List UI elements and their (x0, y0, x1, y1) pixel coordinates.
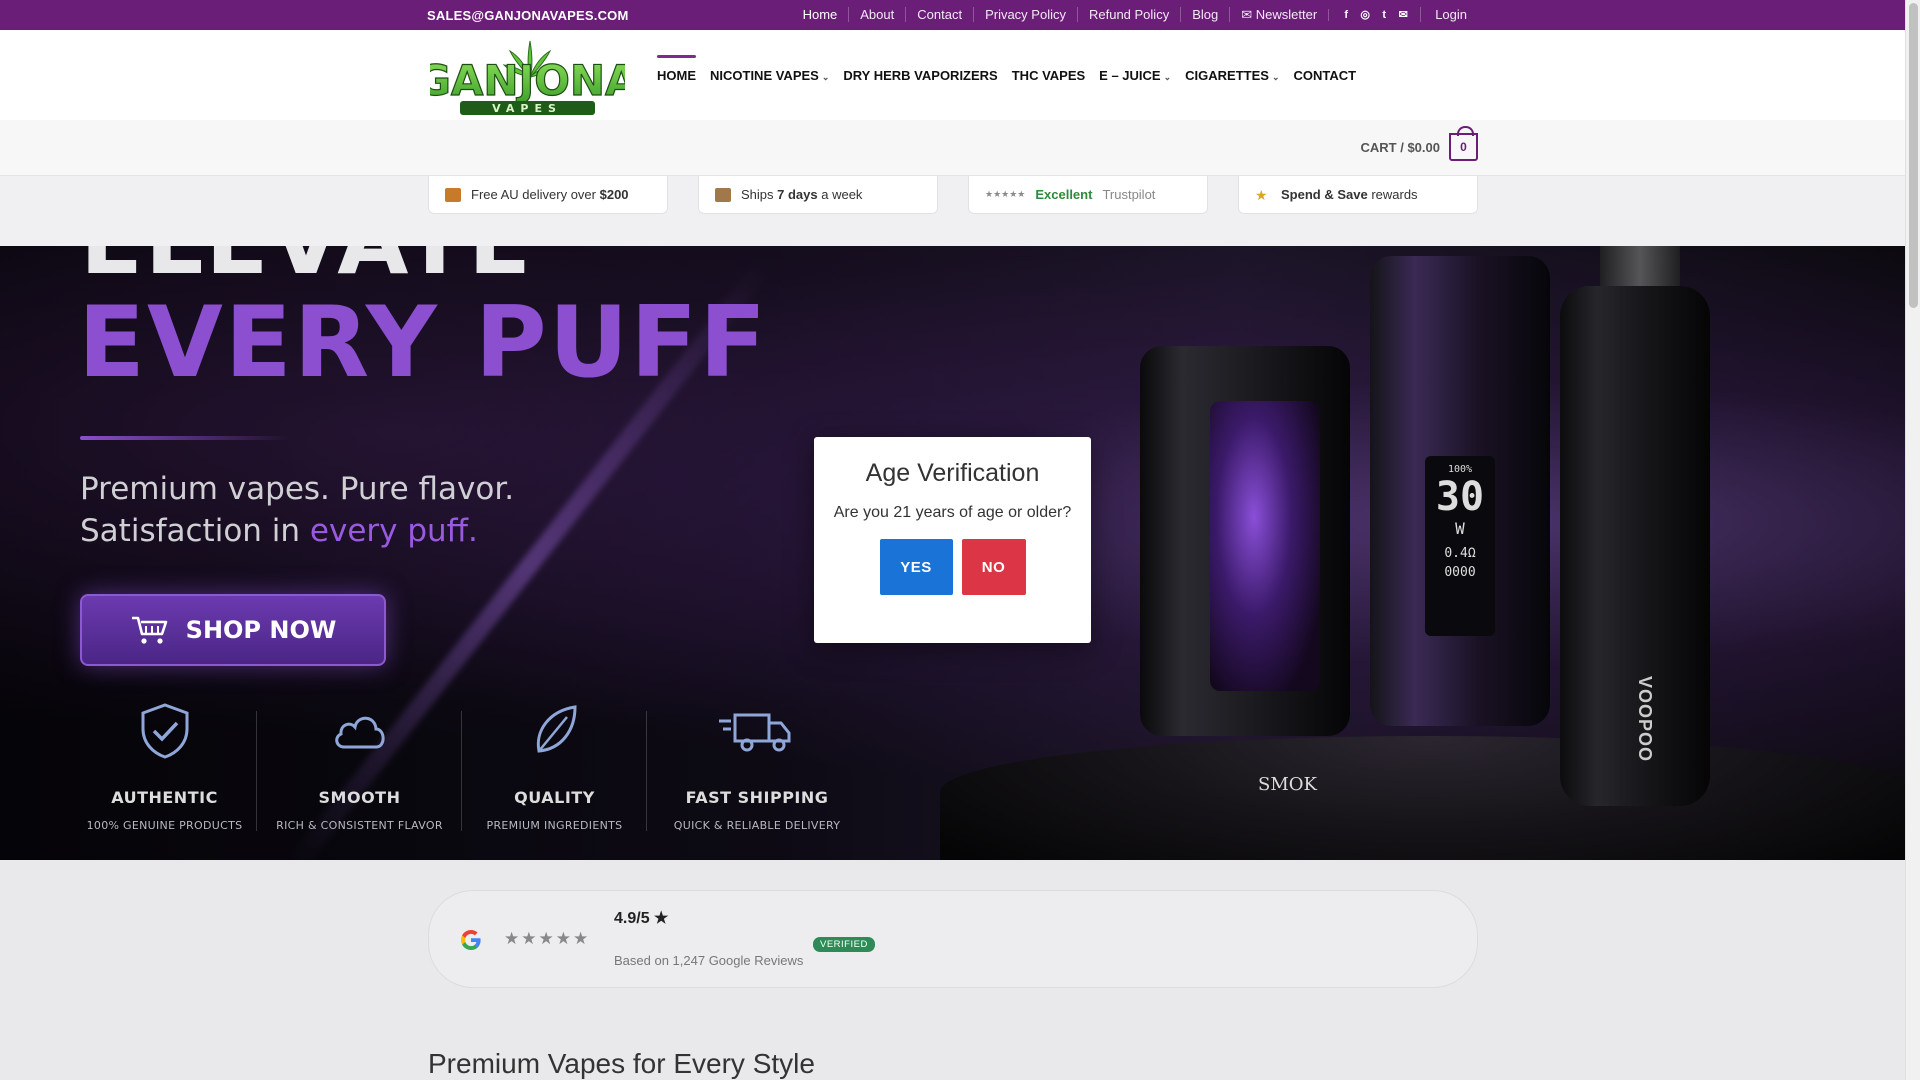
nav-thc-vapes[interactable]: THC VAPES (1012, 68, 1085, 83)
main-nav: HOME NICOTINE VAPES ⌄ DRY HERB VAPORIZERS… (657, 55, 1356, 83)
svg-text:GANJONA: GANJONA (430, 56, 625, 105)
top-links: Home About Contact Privacy Policy Refund… (792, 7, 1478, 22)
device-brand-smok: SMOK (1258, 774, 1317, 795)
cart-count-badge: 0 (1449, 126, 1478, 161)
leaf-icon (536, 705, 577, 753)
top-link-refund[interactable]: Refund Policy (1076, 7, 1180, 22)
chevron-down-icon: ⌄ (1271, 72, 1280, 82)
cart-bar: CART / $0.00 0 (0, 120, 1905, 176)
nav-home[interactable]: HOME (657, 55, 696, 83)
trust-strip: Free AU delivery over $200 Ships 7 days … (0, 176, 1905, 246)
feature-fast-shipping: FAST SHIPPING QUICK & RELIABLE DELIVERY (647, 701, 867, 832)
rock-pedestal (940, 736, 1905, 860)
newsletter-link[interactable]: ✉ Newsletter (1229, 7, 1328, 22)
nav-e-juice[interactable]: E – JUICE ⌄ (1099, 68, 1171, 83)
cart-icon (131, 616, 167, 644)
hero-heading-line2: EVERY PUFF (78, 286, 769, 400)
twitter-icon[interactable]: t (1378, 9, 1390, 21)
mail-icon[interactable]: ✉ (1397, 9, 1409, 21)
age-verification-modal: Age Verification Are you 21 years of age… (814, 437, 1091, 643)
top-link-about[interactable]: About (848, 7, 905, 22)
google-reviews-widget[interactable]: ★★★★★ 4.9/5 ★ VERIFIED Based on 1,247 Go… (428, 890, 1478, 988)
voopoo-vape-device: VOOPOO (1560, 286, 1710, 806)
contact-email[interactable]: SALES@GANJONAVAPES.COM (427, 8, 629, 23)
feature-smooth: SMOOTH RICH & CONSISTENT FLAVOR (257, 701, 462, 832)
svg-text:VAPES: VAPES (492, 102, 562, 115)
delivery-truck-icon (445, 187, 461, 202)
top-link-home[interactable]: Home (792, 7, 849, 22)
hero-divider (80, 436, 290, 440)
yes-button[interactable]: YES (879, 539, 953, 595)
trust-delivery: Free AU delivery over $200 (428, 176, 668, 214)
nav-nicotine-vapes[interactable]: NICOTINE VAPES ⌄ (710, 68, 829, 83)
feature-list: AUTHENTIC 100% GENUINE PRODUCTS SMOOTH R… (72, 701, 867, 832)
site-logo[interactable]: GANJONA VAPES (430, 35, 625, 117)
login-link[interactable]: Login (1420, 7, 1478, 22)
cloud-icon (334, 716, 385, 749)
scrollbar-thumb[interactable] (1909, 3, 1918, 308)
chevron-down-icon: ⌄ (1163, 72, 1172, 82)
instagram-icon[interactable]: ◎ (1359, 9, 1371, 21)
trust-rewards: ★ Spend & Save rewards (1238, 176, 1478, 214)
nav-contact[interactable]: CONTACT (1293, 68, 1356, 83)
page-scrollbar[interactable] (1905, 0, 1920, 1080)
top-link-privacy[interactable]: Privacy Policy (973, 7, 1077, 22)
envelope-icon: ✉ (1241, 7, 1253, 22)
cart-button[interactable]: CART / $0.00 0 (1360, 126, 1478, 161)
review-score: 4.9/5 ★ (614, 910, 669, 927)
shop-now-button[interactable]: SHOP NOW (80, 594, 386, 666)
vape-device-display: 100% 30 W 0.4Ω 0000 (1370, 256, 1550, 726)
shield-check-icon (141, 703, 188, 759)
hero-subtitle: Premium vapes. Pure flavor. Satisfaction… (80, 471, 515, 549)
verified-badge: VERIFIED (813, 937, 875, 952)
social-icons: f ◎ t ✉ (1328, 8, 1420, 21)
review-stars: ★★★★★ (504, 929, 591, 948)
rating-stars: ★★★★★ (985, 189, 1026, 199)
google-icon (461, 930, 481, 950)
top-link-blog[interactable]: Blog (1180, 7, 1229, 22)
chevron-down-icon: ⌄ (821, 72, 830, 82)
newsletter-label: Newsletter (1255, 7, 1318, 22)
top-link-contact[interactable]: Contact (905, 7, 973, 22)
facebook-icon[interactable]: f (1340, 9, 1352, 21)
trust-shipping: Ships 7 days a week (698, 176, 938, 214)
feature-quality: QUALITY PREMIUM INGREDIENTS (462, 701, 647, 832)
site-header: GANJONA VAPES HOME NICOTINE VAPES ⌄ DRY H… (0, 30, 1905, 120)
feature-authentic: AUTHENTIC 100% GENUINE PRODUCTS (72, 701, 257, 832)
review-count: Based on 1,247 Google Reviews (614, 953, 804, 968)
trustpilot-rating: Excellent (1035, 187, 1093, 202)
cart-total: CART / $0.00 (1360, 139, 1440, 155)
star-icon: ★ (1255, 186, 1268, 203)
truck-icon (719, 713, 791, 752)
nav-cigarettes[interactable]: CIGARETTES ⌄ (1185, 68, 1279, 83)
device-brand-voopoo: VOOPOO (1635, 676, 1655, 763)
nav-dry-herb-vaporizers[interactable]: DRY HERB VAPORIZERS (843, 68, 997, 83)
package-icon (715, 187, 731, 202)
modal-title: Age Verification (865, 459, 1040, 487)
modal-question: Are you 21 years of age or older? (833, 504, 1072, 521)
trustpilot-label: Trustpilot (1102, 187, 1156, 202)
section-title: Premium Vapes for Every Style (428, 1048, 815, 1079)
trust-trustpilot[interactable]: ★★★★★ Excellent Trustpilot (968, 176, 1208, 214)
no-button[interactable]: NO (961, 539, 1026, 595)
smok-vape-device: SMOK (1140, 346, 1350, 795)
top-bar: SALES@GANJONAVAPES.COM Home About Contac… (0, 0, 1905, 30)
